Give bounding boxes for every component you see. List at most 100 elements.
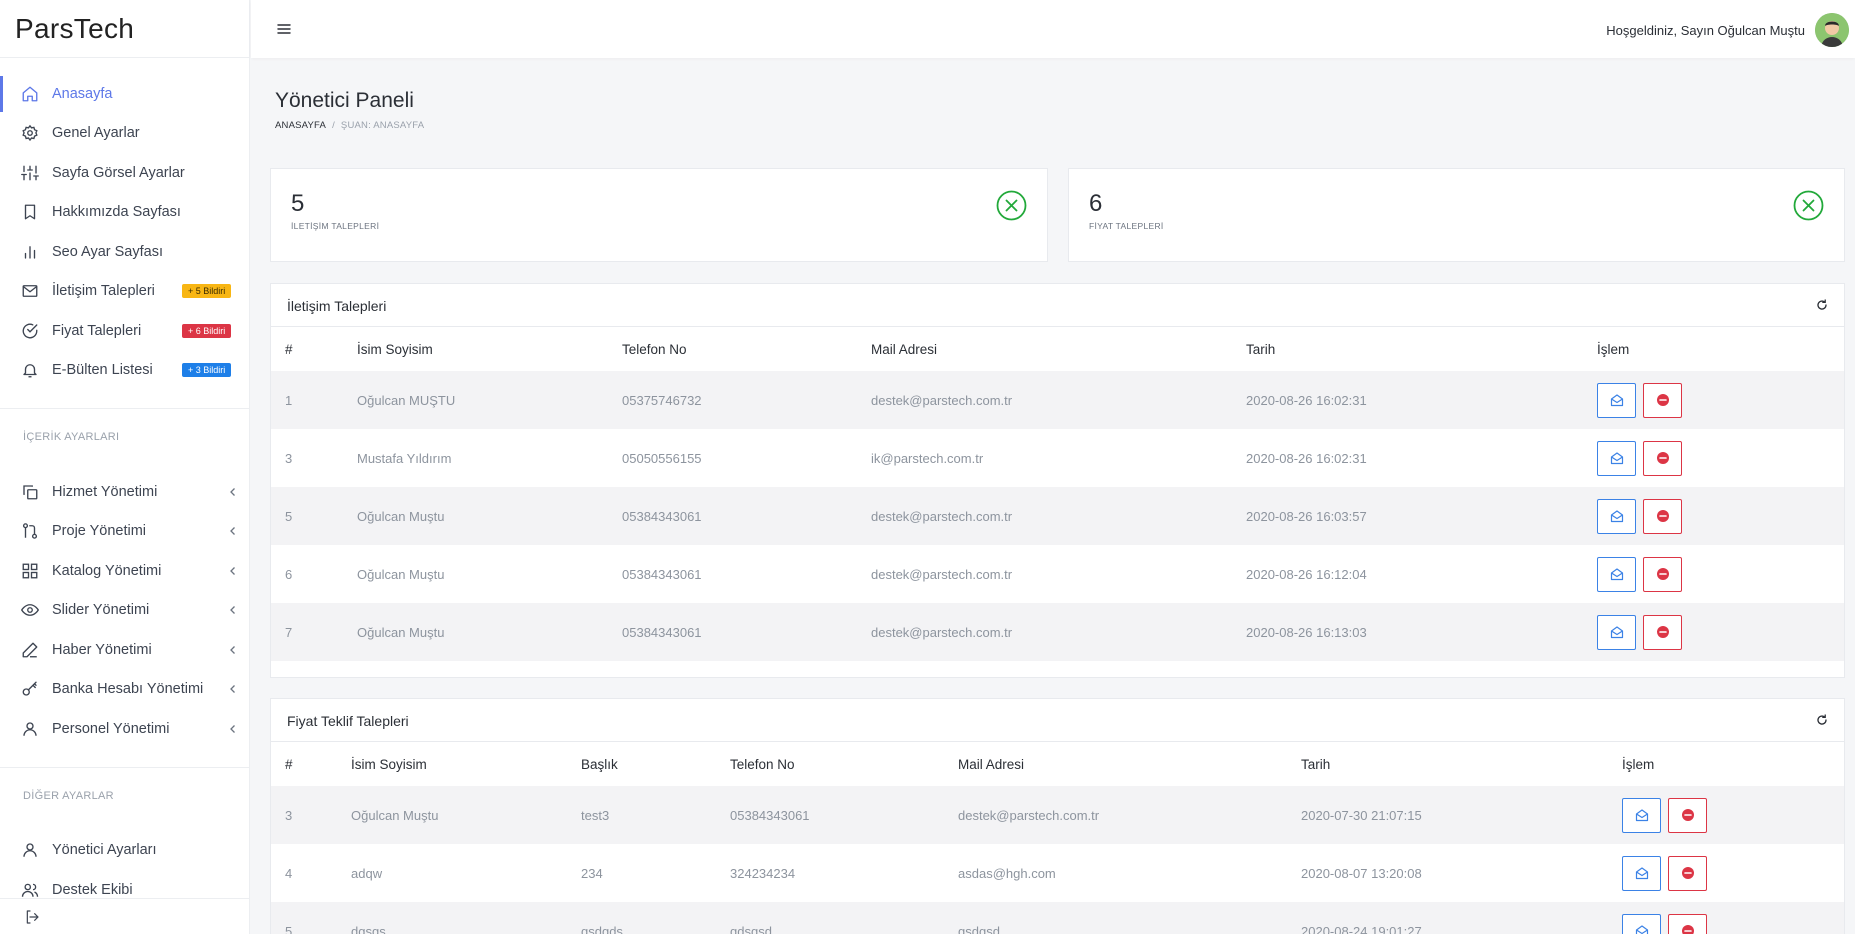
sidebar-item-banka[interactable]: Banka Hesabı Yönetimi	[0, 670, 249, 710]
sidebar-item-yonetici-ayarlari[interactable]: Yönetici Ayarları	[0, 831, 249, 871]
refresh-icon[interactable]	[1816, 714, 1828, 726]
column-header: İsim Soyisim	[357, 341, 433, 357]
chevron-left-icon	[230, 566, 235, 575]
minus-circle-icon	[1656, 452, 1669, 464]
sidebar-item-hizmet[interactable]: Hizmet Yönetimi	[0, 472, 249, 512]
stat-label: FİYAT TALEPLERİ	[1089, 221, 1164, 231]
sidebar-item-label: Destek Ekibi	[52, 881, 133, 898]
sidebar-item-label: Hakkımızda Sayfası	[52, 204, 181, 221]
delete-button[interactable]	[1643, 614, 1682, 650]
sidebar-item-label: İletişim Talepleri	[52, 283, 155, 300]
delete-button[interactable]	[1668, 913, 1707, 934]
sidebar-item-anasayfa[interactable]: Anasayfa	[0, 74, 249, 114]
sidebar-item-label: Haber Yönetimi	[52, 641, 152, 658]
view-message-button[interactable]	[1597, 614, 1636, 650]
stat-label: İLETİŞİM TALEPLERİ	[291, 221, 380, 231]
menu-toggle-icon[interactable]	[276, 21, 292, 37]
action-cell	[1583, 371, 1844, 429]
sidebar-item-katalog[interactable]: Katalog Yönetimi	[0, 551, 249, 591]
table-cell: destek@parstech.com.tr	[857, 371, 1232, 429]
view-message-button[interactable]	[1597, 440, 1636, 476]
sidebar-item-label: Slider Yönetimi	[52, 602, 150, 619]
logout-icon[interactable]	[24, 909, 40, 925]
table-row: 3 Oğulcan Muştu test3 05384343061 destek@par…	[271, 786, 1844, 844]
sidebar-item-hakkimizda[interactable]: Hakkımızda Sayfası	[0, 193, 249, 233]
minus-circle-icon	[1681, 925, 1694, 934]
delete-button[interactable]	[1643, 556, 1682, 592]
table-cell: 2020-08-26 16:02:31	[1246, 450, 1367, 466]
sidebar-item-e-bulten[interactable]: E-Bülten Listesi + 3 Bildiri	[0, 351, 249, 391]
table-header-row: # İsim Soyisim Başlık Telefon No Mail Ad…	[271, 742, 1844, 786]
table-cell: destek@parstech.com.tr	[857, 603, 1232, 661]
column-header: Telefon No	[730, 756, 795, 772]
table-cell: gsdgsd	[944, 902, 1287, 934]
view-message-button[interactable]	[1622, 913, 1661, 934]
stat-card-fiyat: 6 FİYAT TALEPLERİ	[1068, 168, 1845, 262]
column-header: Tarih	[1246, 341, 1276, 357]
table-cell: 6	[285, 566, 293, 582]
view-message-button[interactable]	[1622, 855, 1661, 891]
table-cell: ik@parstech.com.tr	[871, 450, 984, 466]
minus-circle-icon	[1656, 510, 1669, 522]
table-cell: asdas@hgh.com	[958, 865, 1056, 881]
sidebar-item-personel[interactable]: Personel Yönetimi	[0, 709, 249, 749]
brand-logo[interactable]: ParsTech	[0, 0, 249, 58]
panel-header: İletişim Talepleri	[271, 284, 1844, 327]
sidebar-item-genel-ayarlar[interactable]: Genel Ayarlar	[0, 114, 249, 154]
refresh-icon[interactable]	[1816, 299, 1828, 311]
table-row: 7 Oğulcan Muştu 05384343061 destek@parstech…	[271, 603, 1844, 661]
view-message-button[interactable]	[1622, 797, 1661, 833]
sidebar-item-haber[interactable]: Haber Yönetimi	[0, 630, 249, 670]
sidebar-item-iletisim-talepleri[interactable]: İletişim Talepleri + 5 Bildiri	[0, 272, 249, 312]
sidebar-item-seo[interactable]: Seo Ayar Sayfası	[0, 232, 249, 272]
view-message-button[interactable]	[1597, 556, 1636, 592]
envelope-open-icon	[1610, 510, 1623, 523]
welcome-text: Hoşgeldiniz, Sayın Oğulcan Muştu	[1606, 23, 1805, 38]
column-header: #	[285, 341, 293, 357]
column-header: Mail Adresi	[871, 341, 938, 357]
table-cell: destek@parstech.com.tr	[857, 487, 1232, 545]
breadcrumb-home[interactable]: ANASAYFA	[275, 120, 326, 131]
table-cell: Oğulcan Muştu	[343, 603, 608, 661]
sidebar-item-slider[interactable]: Slider Yönetimi	[0, 591, 249, 631]
delete-button[interactable]	[1643, 440, 1682, 476]
table-cell: Mustafa Yıldırım	[357, 450, 452, 466]
sidebar-item-fiyat-talepleri[interactable]: Fiyat Talepleri + 6 Bildiri	[0, 311, 249, 351]
table-row: 5 dgsgs gsdgds gdsgsd gsdgsd 2020-08-24 19:01…	[271, 902, 1844, 934]
contact-table: # İsim Soyisim Telefon No Mail Adresi Ta…	[271, 327, 1844, 661]
view-message-button[interactable]	[1597, 498, 1636, 534]
user-icon	[21, 841, 39, 859]
delete-button[interactable]	[1668, 797, 1707, 833]
table-cell: 05384343061	[608, 603, 857, 661]
table-cell: Oğulcan Muştu	[337, 786, 567, 844]
check-circle-icon	[21, 322, 39, 340]
pen-icon	[21, 641, 39, 659]
view-message-button[interactable]	[1597, 382, 1636, 418]
sidebar-item-proje[interactable]: Proje Yönetimi	[0, 512, 249, 552]
panel-header: Fiyat Teklif Talepleri	[271, 699, 1844, 742]
table-cell: 05375746732	[608, 371, 857, 429]
table-cell: gsdgds	[567, 902, 716, 934]
delete-button[interactable]	[1643, 382, 1682, 418]
sidebar-item-label: Anasayfa	[52, 85, 113, 102]
section-heading-diger: DİĞER AYARLAR	[0, 766, 249, 831]
price-table: # İsim Soyisim Başlık Telefon No Mail Ad…	[271, 742, 1844, 934]
sidebar-item-label: Fiyat Talepleri	[52, 322, 142, 339]
table-cell: 234	[581, 865, 603, 881]
avatar[interactable]	[1815, 13, 1849, 47]
users-icon	[21, 881, 39, 899]
table-cell: Oğulcan Muştu	[357, 566, 445, 582]
sidebar-footer	[0, 898, 249, 934]
sidebar-item-label: Proje Yönetimi	[52, 523, 147, 540]
table-cell: 2020-08-07 13:20:08	[1301, 865, 1422, 881]
envelope-open-icon	[1610, 568, 1623, 581]
delete-button[interactable]	[1668, 855, 1707, 891]
sidebar-item-sayfa-gorsel-ayarlar[interactable]: Sayfa Görsel Ayarlar	[0, 153, 249, 193]
table-row: 3 Mustafa Yıldırım 05050556155 ik@parstech.…	[271, 429, 1844, 487]
stat-value: 5	[291, 190, 305, 217]
action-cell	[1608, 786, 1844, 844]
table-cell: 3	[271, 786, 337, 844]
bookmark-icon	[21, 203, 39, 221]
action-cell	[1608, 844, 1844, 902]
delete-button[interactable]	[1643, 498, 1682, 534]
